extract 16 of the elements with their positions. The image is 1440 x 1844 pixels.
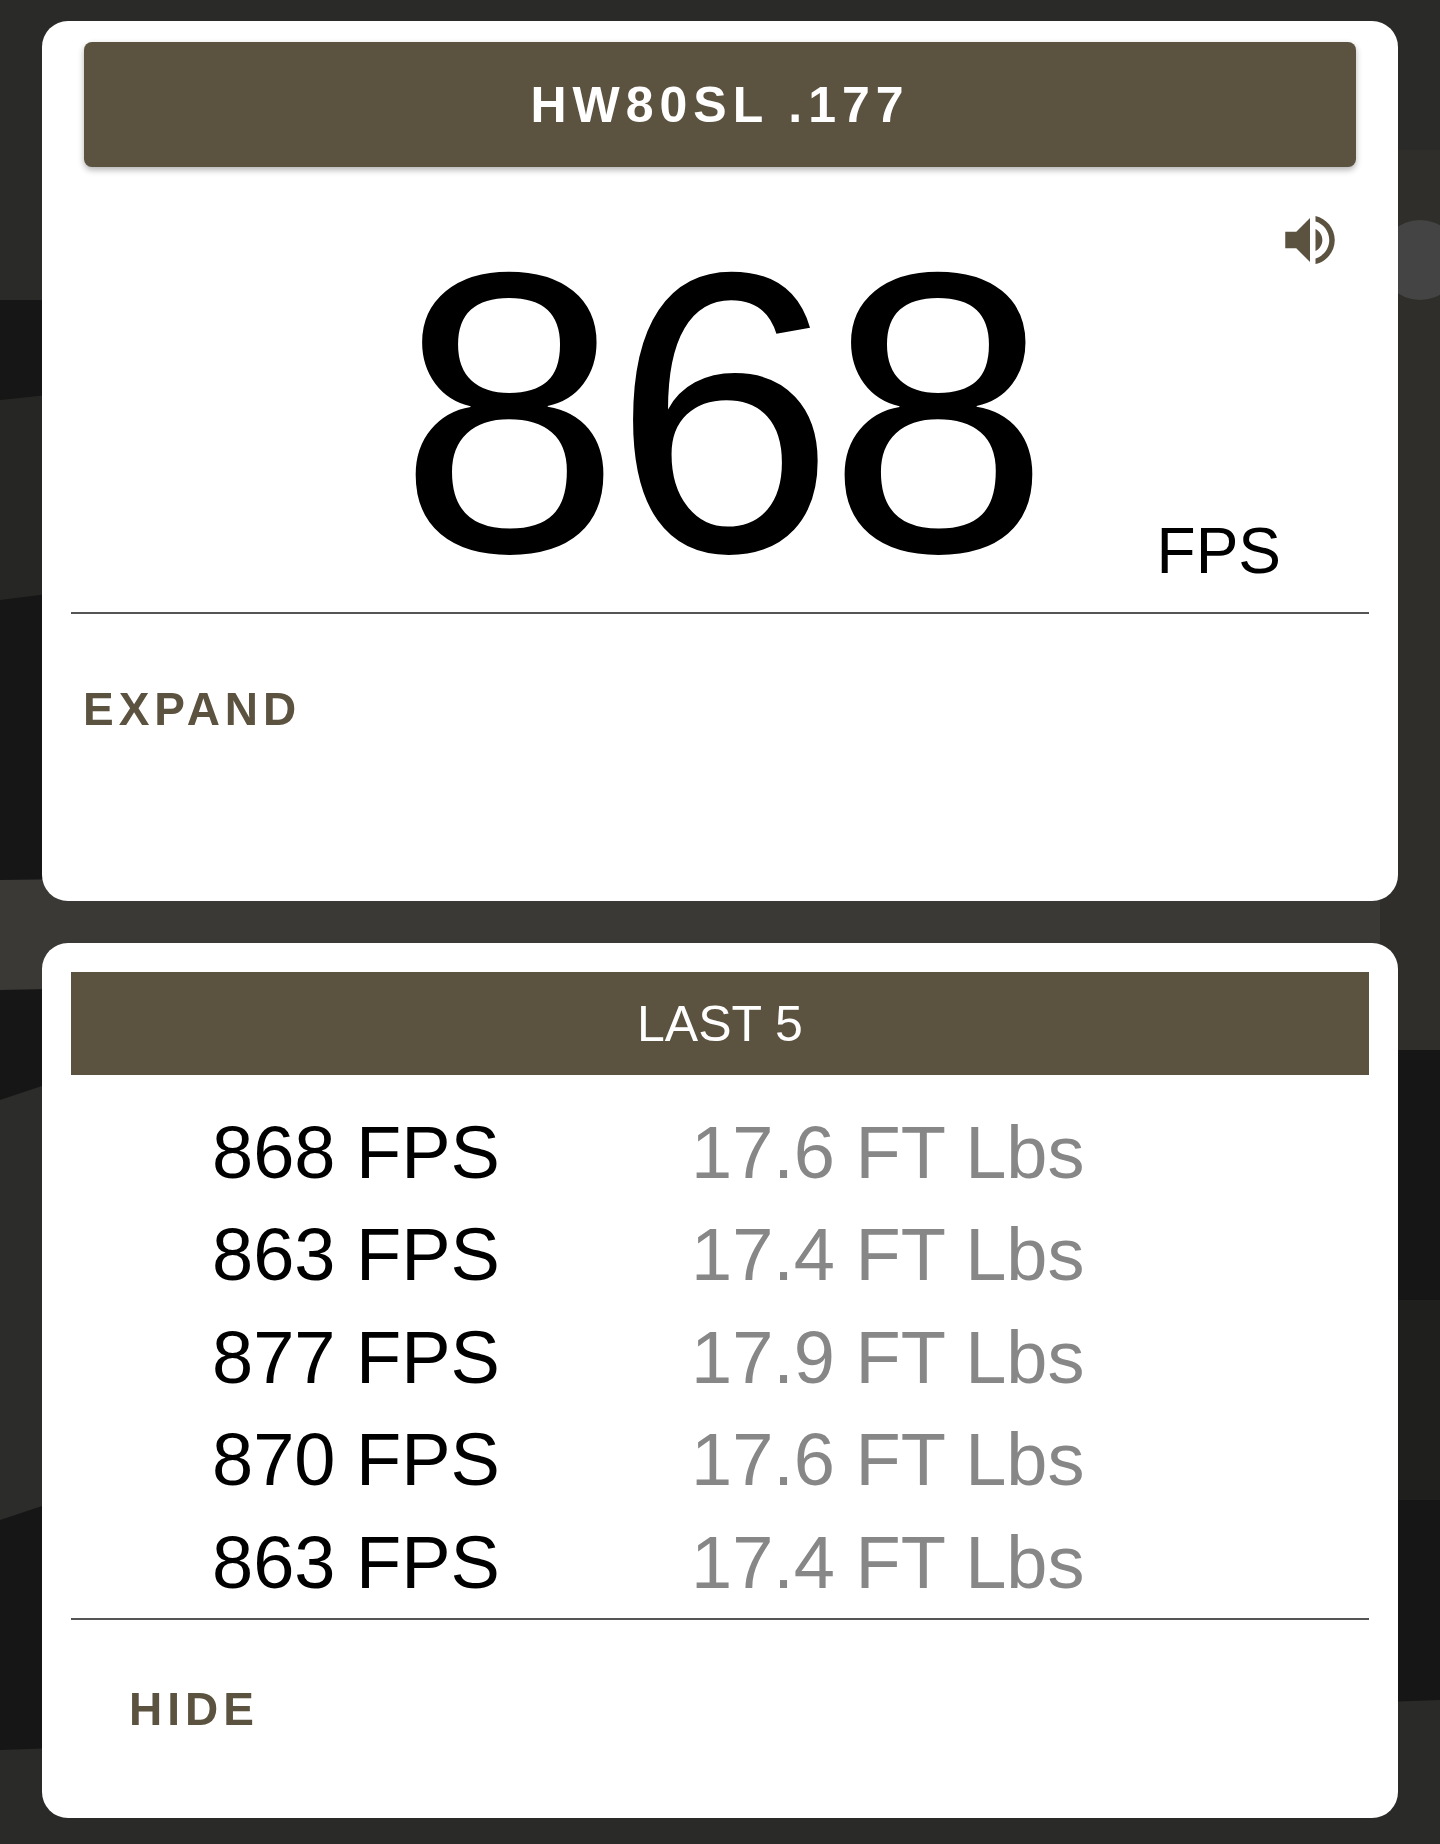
expand-button[interactable]: EXPAND — [83, 682, 302, 736]
profile-button[interactable]: HW80SL .177 — [84, 42, 1356, 167]
velocity-value: 868 FPS — [211, 1109, 501, 1195]
unit-label: FPS — [1156, 519, 1281, 583]
velocity-value: 863 FPS — [211, 1519, 501, 1605]
energy-value: 17.4 FT Lbs — [691, 1519, 1086, 1605]
energy-value: 17.6 FT Lbs — [691, 1109, 1086, 1195]
energy-value: 17.6 FT Lbs — [691, 1417, 1086, 1503]
energy-value: 17.9 FT Lbs — [691, 1314, 1086, 1400]
history-header: LAST 5 — [71, 972, 1369, 1075]
velocity-value: 877 FPS — [211, 1314, 501, 1400]
hide-button[interactable]: HIDE — [129, 1681, 259, 1736]
energy-value: 17.4 FT Lbs — [691, 1212, 1086, 1298]
velocity-value: 870 FPS — [211, 1417, 501, 1503]
velocity-reading: 868 — [398, 243, 1042, 583]
velocity-value: 863 FPS — [211, 1212, 501, 1298]
